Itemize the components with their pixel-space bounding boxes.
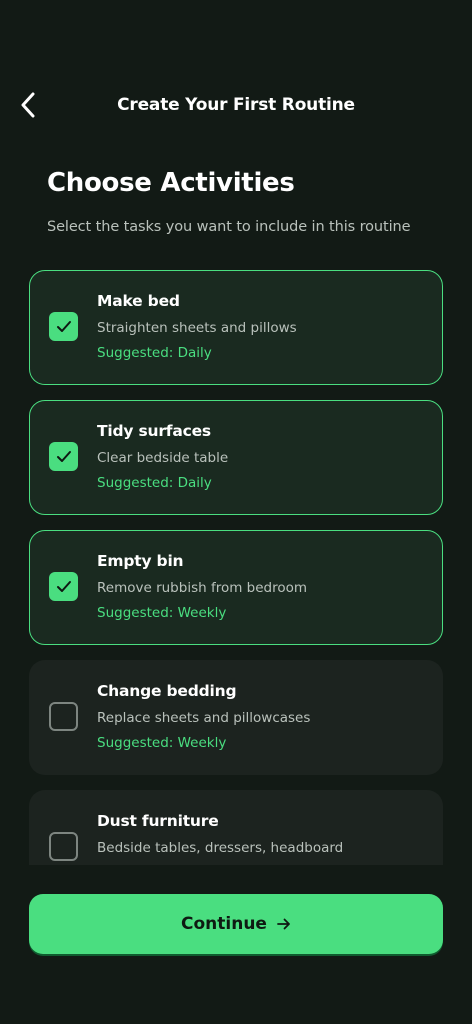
- continue-button[interactable]: Continue: [29, 894, 443, 954]
- activity-checkbox-tidy-surfaces[interactable]: [49, 442, 78, 471]
- activity-checkbox-make-bed[interactable]: [49, 312, 78, 341]
- top-bar: Create Your First Routine: [0, 84, 472, 126]
- activity-description: Straighten sheets and pillows: [97, 320, 297, 336]
- page-subtitle: Select the tasks you want to include in …: [47, 219, 411, 235]
- activity-card-change-bedding[interactable]: Change bedding Replace sheets and pillow…: [29, 660, 443, 775]
- activity-title: Tidy surfaces: [97, 422, 211, 440]
- checkmark-icon: [56, 581, 71, 592]
- activity-checkbox-dust-furniture[interactable]: [49, 832, 78, 861]
- checkmark-icon: [56, 451, 71, 462]
- activity-description: Replace sheets and pillowcases: [97, 710, 311, 726]
- activity-suggestion: Suggested: Weekly: [97, 605, 227, 621]
- activity-description: Bedside tables, dressers, headboard: [97, 840, 344, 856]
- page-title: Choose Activities: [47, 168, 295, 198]
- activity-suggestion: Suggested: Daily: [97, 475, 212, 491]
- activity-card-dust-furniture[interactable]: Dust furniture Bedside tables, dressers,…: [29, 790, 443, 865]
- activity-card-tidy-surfaces[interactable]: Tidy surfaces Clear bedside table Sugges…: [29, 400, 443, 515]
- activity-card-empty-bin[interactable]: Empty bin Remove rubbish from bedroom Su…: [29, 530, 443, 645]
- activity-card-make-bed[interactable]: Make bed Straighten sheets and pillows S…: [29, 270, 443, 385]
- activity-title: Make bed: [97, 292, 180, 310]
- arrow-right-icon: [277, 917, 291, 931]
- activity-title: Empty bin: [97, 552, 184, 570]
- activity-description: Remove rubbish from bedroom: [97, 580, 308, 596]
- activity-suggestion: Suggested: Daily: [97, 345, 212, 361]
- checkmark-icon: [56, 321, 71, 332]
- activity-title: Dust furniture: [97, 812, 219, 830]
- activity-checkbox-empty-bin[interactable]: [49, 572, 78, 601]
- activity-suggestion: Suggested: Weekly: [97, 735, 227, 751]
- header-title: Create Your First Routine: [117, 95, 355, 115]
- activity-title: Change bedding: [97, 682, 237, 700]
- continue-label: Continue: [181, 914, 267, 934]
- activity-list[interactable]: Make bed Straighten sheets and pillows S…: [0, 268, 472, 865]
- activity-description: Clear bedside table: [97, 450, 229, 466]
- activity-checkbox-change-bedding[interactable]: [49, 702, 78, 731]
